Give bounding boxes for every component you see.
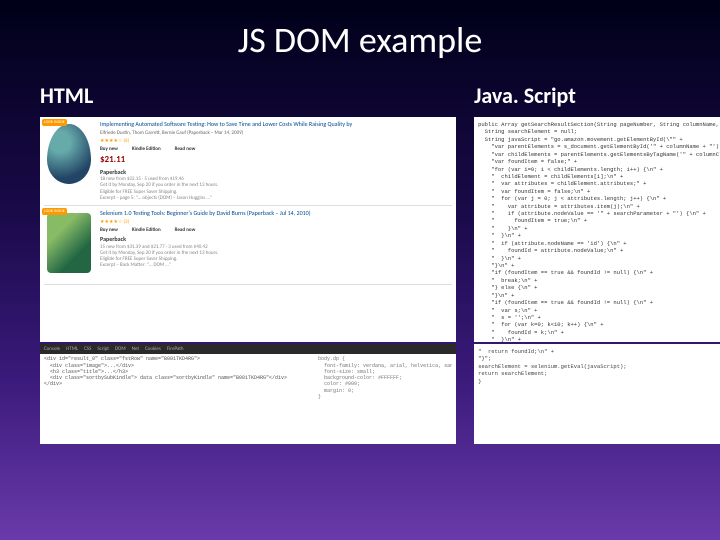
opt-buy: Buy new xyxy=(100,146,118,152)
devtab: DOM xyxy=(115,346,126,352)
devtab: Net xyxy=(132,346,139,352)
devtab: HTML xyxy=(66,346,78,352)
right-column: Java. Script public Array getSearchResul… xyxy=(474,82,720,444)
price: $21.11 xyxy=(100,154,452,165)
html-source: <div id="result_0" class="fstRow" name="… xyxy=(44,356,452,400)
rating-stars: ★★★★☆ (3) xyxy=(100,219,452,225)
code-block: public Array getSearchResultSection(Stri… xyxy=(478,121,720,342)
opt-read: Read now xyxy=(175,146,196,152)
excerpt: Excerpt – Back Matter: "… DOM …" xyxy=(100,262,452,268)
book-cover-image xyxy=(47,124,91,184)
left-heading: HTML xyxy=(40,82,456,109)
format-label: Paperback xyxy=(100,169,452,177)
product-info: Implementing Automated Software Testing:… xyxy=(100,121,452,201)
html-render-screenshot: LOOK INSIDE Implementing Automated Softw… xyxy=(40,117,456,342)
css-rules: body.dp { font-family: verdana, arial, h… xyxy=(318,356,452,400)
product-title: Selenium 1.0 Testing Tools: Beginner's G… xyxy=(100,210,452,218)
product-author: Elfriede Dustin, Thom Garrett, Bernie Ga… xyxy=(100,130,452,136)
devtab: Cookies xyxy=(145,346,161,352)
rating-stars: ★★★★☆ (6) xyxy=(100,138,452,144)
purchase-options: Buy new Kindle Edition Read now xyxy=(100,227,452,233)
look-inside-badge: LOOK INSIDE xyxy=(42,208,67,215)
two-column-layout: HTML LOOK INSIDE Implementing Automated … xyxy=(0,82,720,444)
devtools-html-panel: Console HTML CSS Script DOM Net Cookies … xyxy=(40,344,456,444)
book-thumbnail: LOOK INSIDE xyxy=(44,210,94,280)
devtab: CSS xyxy=(84,346,91,352)
right-heading: Java. Script xyxy=(474,82,720,109)
product-row: LOOK INSIDE Implementing Automated Softw… xyxy=(44,121,452,206)
devtab: Console xyxy=(44,346,60,352)
devtools-tabstrip: Console HTML CSS Script DOM Net Cookies … xyxy=(40,344,456,354)
opt-kindle: Kindle Edition xyxy=(132,227,161,233)
product-row: LOOK INSIDE Selenium 1.0 Testing Tools: … xyxy=(44,210,452,285)
opt-kindle: Kindle Edition xyxy=(132,146,161,152)
product-title: Implementing Automated Software Testing:… xyxy=(100,121,452,129)
look-inside-badge: LOOK INSIDE xyxy=(42,119,67,126)
book-thumbnail: LOOK INSIDE xyxy=(44,121,94,191)
slide-title: JS DOM example xyxy=(0,0,720,82)
slide: JS DOM example HTML LOOK INSIDE Implemen… xyxy=(0,0,720,540)
javascript-code-lower: " return foundId;\n" + "}"; searchElemen… xyxy=(474,344,720,444)
devtab: FirePath xyxy=(167,346,184,352)
dom-tree: <div id="result_0" class="fstRow" name="… xyxy=(44,356,312,400)
left-column: HTML LOOK INSIDE Implementing Automated … xyxy=(40,82,456,444)
product-info: Selenium 1.0 Testing Tools: Beginner's G… xyxy=(100,210,452,280)
opt-buy: Buy new xyxy=(100,227,118,233)
javascript-code-screenshot: public Array getSearchResultSection(Stri… xyxy=(474,117,720,342)
format-label: Paperback xyxy=(100,236,452,244)
devtab: Script xyxy=(97,346,109,352)
excerpt: Excerpt – page 5: "… objects (DOM) – Jas… xyxy=(100,195,452,201)
code-block-continued: " return foundId;\n" + "}"; searchElemen… xyxy=(478,348,720,385)
opt-read: Read now xyxy=(175,227,196,233)
purchase-options: Buy new Kindle Edition Read now xyxy=(100,146,452,152)
book-cover-image xyxy=(47,213,91,273)
